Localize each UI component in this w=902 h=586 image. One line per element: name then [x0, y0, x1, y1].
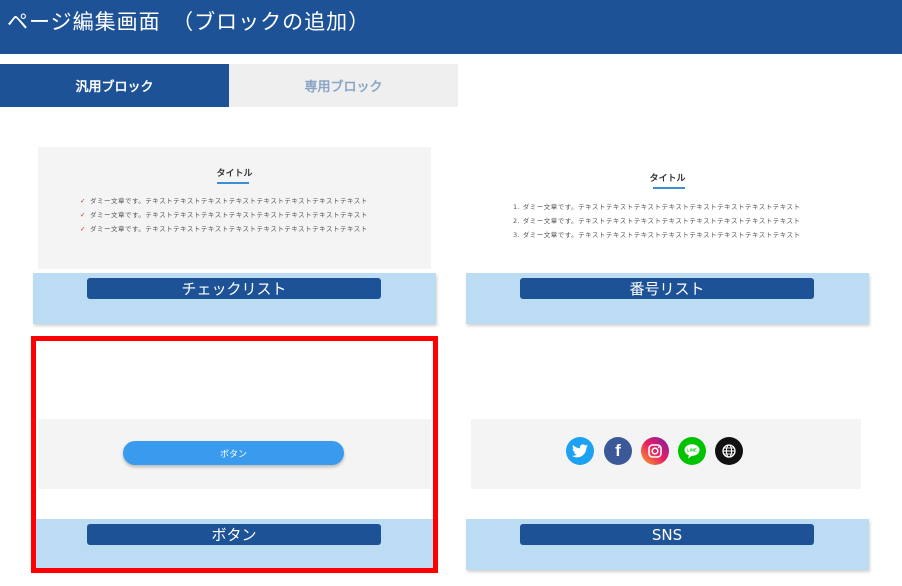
sns-add-button[interactable]: SNS — [520, 524, 814, 545]
twitter-icon[interactable] — [566, 437, 594, 465]
numbered-list-preview[interactable]: タイトル 1. ダミー文章です。テキストテキストテキストテキストテキストテキスト… — [471, 147, 864, 269]
numbered-list-add-button[interactable]: 番号リスト — [520, 278, 814, 299]
facebook-icon[interactable]: f — [604, 437, 632, 465]
numbered-list-item: 3. ダミー文章です。テキストテキストテキストテキストテキストテキストテキストテ… — [513, 231, 801, 239]
web-icon[interactable] — [715, 437, 743, 465]
numbered-list-label-area: 番号リスト — [466, 273, 869, 324]
checklist-label-area: チェックリスト — [33, 273, 436, 324]
line-icon[interactable]: LINE — [678, 437, 706, 465]
check-icon: ✓ — [80, 225, 86, 233]
checklist-preview-title: タイトル — [216, 169, 253, 179]
instagram-icon[interactable] — [641, 437, 669, 465]
checklist-item: ✓ ダミー文章です。テキストテキストテキストテキストテキストテキストテキストテキス… — [80, 211, 368, 219]
page-header: ページ編集画面 （ブロックの追加） — [0, 0, 902, 54]
checklist-add-button[interactable]: チェックリスト — [87, 278, 381, 299]
tab-general-blocks[interactable]: 汎用ブロック — [0, 64, 229, 107]
check-icon: ✓ — [80, 197, 86, 205]
sns-label-area: SNS — [466, 519, 869, 570]
checklist-preview[interactable]: タイトル ✓ ダミー文章です。テキストテキストテキストテキストテキストテキストテキ… — [38, 147, 431, 269]
numbered-list-item: 1. ダミー文章です。テキストテキストテキストテキストテキストテキストテキストテ… — [513, 203, 801, 211]
checklist-item: ✓ ダミー文章です。テキストテキストテキストテキストテキストテキストテキストテキス… — [80, 197, 368, 205]
numbered-list-item: 2. ダミー文章です。テキストテキストテキストテキストテキストテキストテキストテ… — [513, 217, 801, 225]
svg-text:LINE: LINE — [687, 448, 697, 453]
title-underline — [653, 187, 685, 189]
page-title: ページ編集画面 （ブロックの追加） — [7, 10, 371, 34]
checklist-item: ✓ ダミー文章です。テキストテキストテキストテキストテキストテキストテキストテキス… — [80, 225, 368, 233]
selection-highlight — [31, 336, 438, 573]
title-underline — [217, 182, 249, 184]
check-icon: ✓ — [80, 211, 86, 219]
tab-dedicated-blocks[interactable]: 専用ブロック — [229, 64, 458, 107]
numbered-list-preview-title: タイトル — [649, 174, 686, 184]
